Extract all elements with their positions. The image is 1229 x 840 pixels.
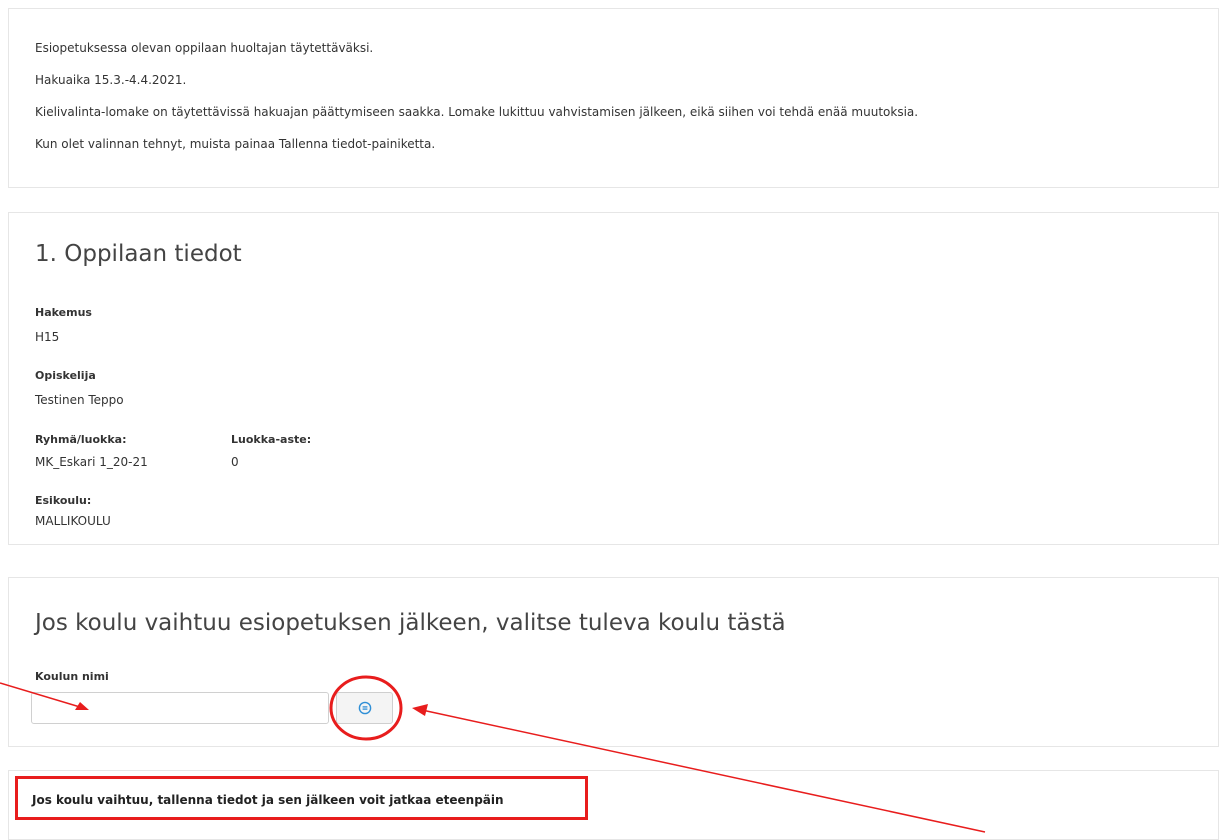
preschool-value: MALLIKOULU	[35, 514, 111, 528]
school-change-panel: Jos koulu vaihtuu esiopetuksen jälkeen, …	[8, 577, 1219, 747]
intro-panel: Esiopetuksessa olevan oppilaan huoltajan…	[8, 8, 1219, 188]
preschool-label: Esikoulu:	[35, 494, 92, 507]
section-title-school-change: Jos koulu vaihtuu esiopetuksen jälkeen, …	[35, 610, 786, 636]
school-name-input[interactable]	[31, 692, 329, 724]
section-title-student: 1. Oppilaan tiedot	[35, 241, 242, 267]
school-name-label: Koulun nimi	[35, 670, 109, 683]
school-lookup-button[interactable]	[336, 692, 393, 724]
student-info-panel: 1. Oppilaan tiedot Hakemus H15 Opiskelij…	[8, 212, 1219, 545]
grade-label: Luokka-aste:	[231, 433, 312, 446]
notice-text: Jos koulu vaihtuu, tallenna tiedot ja se…	[32, 793, 504, 807]
intro-line-save-reminder: Kun olet valinnan tehnyt, muista painaa …	[35, 137, 436, 151]
group-value: MK_Eskari 1_20-21	[35, 455, 148, 469]
notice-highlight-box: Jos koulu vaihtuu, tallenna tiedot ja se…	[15, 776, 588, 820]
notice-panel: Jos koulu vaihtuu, tallenna tiedot ja se…	[8, 770, 1219, 840]
group-label: Ryhmä/luokka:	[35, 433, 127, 446]
intro-line-lock-info: Kielivalinta-lomake on täytettävissä hak…	[35, 105, 919, 119]
intro-line-period: Hakuaika 15.3.-4.4.2021.	[35, 73, 187, 87]
application-label: Hakemus	[35, 306, 92, 319]
application-value: H15	[35, 330, 60, 344]
student-value: Testinen Teppo	[35, 393, 124, 407]
list-lookup-icon	[358, 701, 371, 715]
grade-value: 0	[231, 455, 239, 469]
intro-line-audience: Esiopetuksessa olevan oppilaan huoltajan…	[35, 41, 374, 55]
student-label: Opiskelija	[35, 369, 96, 382]
